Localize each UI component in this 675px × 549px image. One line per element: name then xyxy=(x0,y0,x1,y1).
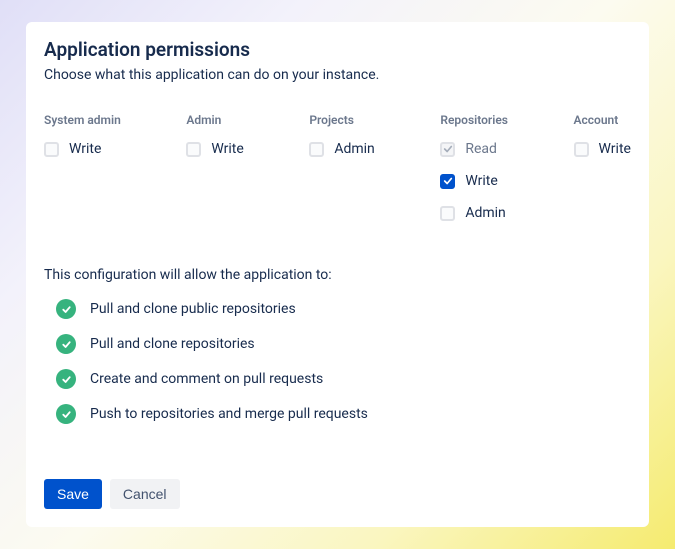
allow-list: Pull and clone public repositories Pull … xyxy=(44,299,631,424)
cancel-button[interactable]: Cancel xyxy=(110,479,180,509)
check-icon xyxy=(443,144,453,154)
col-header: System admin xyxy=(44,113,121,127)
account-write-row[interactable]: Write xyxy=(574,141,631,157)
allow-text: Create and comment on pull requests xyxy=(90,371,323,387)
button-row: Save Cancel xyxy=(44,479,631,509)
allow-text: Pull and clone public repositories xyxy=(90,301,296,317)
col-repositories: Repositories Read Write Admin xyxy=(440,113,508,237)
col-header: Repositories xyxy=(440,113,508,127)
checkbox-empty-icon[interactable] xyxy=(44,142,59,157)
allow-text: Pull and clone repositories xyxy=(90,336,255,352)
allow-item: Create and comment on pull requests xyxy=(56,369,631,389)
permissions-card: Application permissions Choose what this… xyxy=(26,22,649,527)
checkbox-label: Write xyxy=(211,141,243,157)
checkbox-label: Write xyxy=(465,173,497,189)
check-circle-icon xyxy=(56,299,76,319)
allow-item: Push to repositories and merge pull requ… xyxy=(56,404,631,424)
checkbox-label: Write xyxy=(69,141,101,157)
allow-item: Pull and clone public repositories xyxy=(56,299,631,319)
projects-admin-row[interactable]: Admin xyxy=(309,141,374,157)
col-header: Projects xyxy=(309,113,374,127)
checkbox-empty-icon[interactable] xyxy=(186,142,201,157)
allow-item: Pull and clone repositories xyxy=(56,334,631,354)
allow-text: Push to repositories and merge pull requ… xyxy=(90,406,368,422)
config-intro: This configuration will allow the applic… xyxy=(44,267,631,283)
col-header: Admin xyxy=(186,113,243,127)
checkbox-checked-icon[interactable] xyxy=(440,174,455,189)
repositories-admin-row[interactable]: Admin xyxy=(440,205,508,221)
check-circle-icon xyxy=(56,369,76,389)
checkbox-disabled-checked-icon xyxy=(440,142,455,157)
col-header: Account xyxy=(574,113,631,127)
repositories-write-row[interactable]: Write xyxy=(440,173,508,189)
check-icon xyxy=(443,176,453,186)
admin-write-row[interactable]: Write xyxy=(186,141,243,157)
save-button[interactable]: Save xyxy=(44,479,102,509)
checkbox-label: Read xyxy=(465,141,497,157)
checkbox-empty-icon[interactable] xyxy=(309,142,324,157)
system-admin-write-row[interactable]: Write xyxy=(44,141,121,157)
repositories-read-row: Read xyxy=(440,141,508,157)
col-admin: Admin Write xyxy=(186,113,243,237)
checkbox-label: Write xyxy=(599,141,631,157)
checkbox-label: Admin xyxy=(334,141,374,157)
check-circle-icon xyxy=(56,404,76,424)
col-projects: Projects Admin xyxy=(309,113,374,237)
checkbox-empty-icon[interactable] xyxy=(574,142,589,157)
page-title: Application permissions xyxy=(44,38,631,61)
checkbox-label: Admin xyxy=(465,205,505,221)
permissions-grid: System admin Write Admin Write Projects … xyxy=(44,113,631,237)
col-system-admin: System admin Write xyxy=(44,113,121,237)
page-subtitle: Choose what this application can do on y… xyxy=(44,67,631,83)
check-circle-icon xyxy=(56,334,76,354)
checkbox-empty-icon[interactable] xyxy=(440,206,455,221)
col-account: Account Write xyxy=(574,113,631,237)
